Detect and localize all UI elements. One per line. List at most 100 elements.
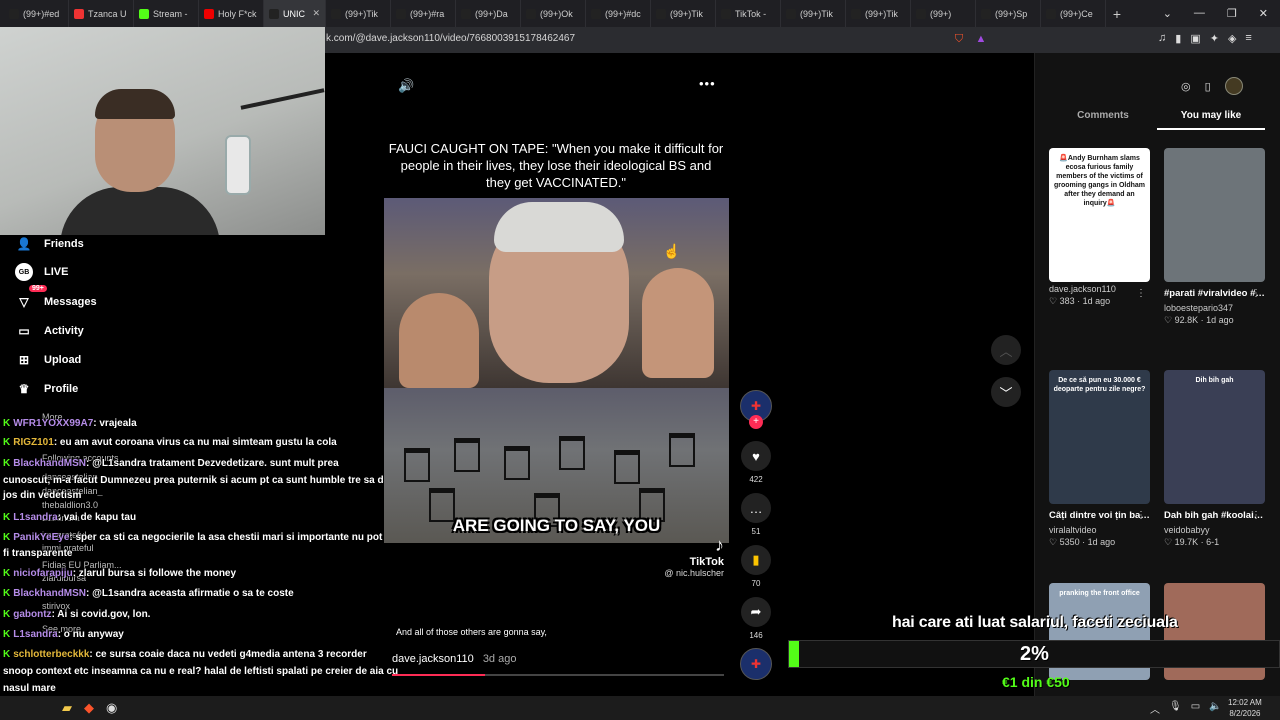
- video-thumbnail[interactable]: Dih bih gah: [1164, 370, 1265, 504]
- browser-tab[interactable]: (99+)Tik: [781, 0, 846, 27]
- browser-tab[interactable]: Stream -: [134, 0, 199, 27]
- chat-username[interactable]: schlotterbeckkk: [13, 649, 89, 660]
- like-button[interactable]: ♥ 422: [738, 441, 774, 484]
- browser-tab[interactable]: (99+)Tik: [651, 0, 716, 27]
- card-author[interactable]: dave.jackson110: [1049, 284, 1150, 294]
- wallet-icon[interactable]: ▣: [1190, 32, 1200, 45]
- network-icon[interactable]: ▭: [1191, 701, 1200, 716]
- media-icon[interactable]: ♫: [1158, 32, 1166, 45]
- next-video-button[interactable]: ﹀: [991, 377, 1021, 407]
- url-field[interactable]: k.com/@dave.jackson110/video/76680039151…: [326, 33, 575, 44]
- brave-shield-icon[interactable]: ⛉: [952, 32, 966, 46]
- chat-username[interactable]: BlackhandMSN: [13, 458, 86, 469]
- chat-username[interactable]: BlackhandMSN: [13, 588, 86, 599]
- video-progress-bar[interactable]: [392, 674, 724, 676]
- sidebar-item-profile[interactable]: ♛ Profile: [15, 380, 79, 398]
- chat-username[interactable]: niciofarapiju: [13, 568, 72, 579]
- chat-message: K RIGZ101: eu am avut coroana virus ca nu…: [3, 437, 337, 448]
- previous-video-button[interactable]: ︿: [991, 335, 1021, 365]
- browser-tab[interactable]: Tzanca U: [69, 0, 134, 27]
- tab-comments[interactable]: Comments: [1049, 110, 1157, 130]
- sidebar-toggle-icon[interactable]: ▮: [1175, 32, 1181, 45]
- browser-tab[interactable]: TikTok -: [716, 0, 781, 27]
- tab-favicon-icon: [656, 8, 666, 19]
- browser-tab[interactable]: (99+)Tik: [326, 0, 391, 27]
- chat-message: fi transparente: [3, 548, 72, 559]
- chat-username[interactable]: gabontz: [13, 609, 51, 620]
- card-title[interactable]: Câți dintre voi țin bani „pentru zile...: [1049, 509, 1150, 523]
- brave-browser-icon[interactable]: ◆: [84, 700, 94, 716]
- card-more-icon[interactable]: ⋮: [1251, 510, 1261, 521]
- recommended-video-card[interactable]: 🚨Andy Burnham slams ecosa furious family…: [1049, 148, 1150, 307]
- author-name[interactable]: dave.jackson110: [392, 653, 474, 665]
- sound-avatar-button[interactable]: ✚: [738, 648, 774, 680]
- browser-tab[interactable]: (99+)Da: [456, 0, 521, 27]
- donation-amount: €1 din €50: [1002, 674, 1070, 690]
- recommended-video-card[interactable]: De ce să pun eu 30.000 € deoparte pentru…: [1049, 370, 1150, 548]
- card-more-icon[interactable]: ⋮: [1251, 288, 1261, 299]
- video-thumbnail[interactable]: 🚨Andy Burnham slams ecosa furious family…: [1049, 148, 1150, 282]
- browser-tab[interactable]: (99+)Ce: [1041, 0, 1106, 27]
- browser-tab[interactable]: (99+)Sp: [976, 0, 1041, 27]
- comment-button[interactable]: … 51: [738, 493, 774, 536]
- card-title[interactable]: #parati #viralvideo #paratiiiiiiiiiiiiii…: [1164, 287, 1265, 301]
- windows-taskbar: ▰ ◆ ◉ ︿ 🎙 ▭ 🔈 12:02 AM 8/2/2026: [0, 696, 1280, 720]
- chat-username[interactable]: WFR1YOXX99A7: [13, 418, 93, 429]
- sidebar-item-messages[interactable]: ▽ 99+ Messages: [15, 285, 97, 311]
- minimize-icon[interactable]: —: [1194, 7, 1205, 20]
- chat-username[interactable]: L1sandra: [13, 629, 57, 640]
- author-avatar-button[interactable]: ✚ +: [738, 390, 774, 429]
- chat-username[interactable]: RIGZ101: [13, 437, 54, 448]
- save-button[interactable]: ▮ 70: [738, 545, 774, 588]
- obs-icon[interactable]: ◉: [106, 700, 117, 716]
- brave-rewards-icon[interactable]: ▲: [974, 32, 988, 46]
- system-clock[interactable]: 12:02 AM 8/2/2026: [1228, 697, 1262, 719]
- new-tab-button[interactable]: +: [1106, 6, 1128, 22]
- card-author[interactable]: loboestepario347: [1164, 303, 1265, 313]
- sidebar-item-activity[interactable]: ▭ Activity: [15, 322, 83, 340]
- card-author[interactable]: viralaltvideo: [1049, 525, 1150, 535]
- restore-icon[interactable]: ❐: [1227, 7, 1237, 20]
- sound-icon[interactable]: 🔊: [398, 78, 414, 94]
- tab-you-may-like[interactable]: You may like: [1157, 110, 1265, 130]
- sidebar-item-upload[interactable]: ⊞ Upload: [15, 351, 81, 369]
- menu-icon[interactable]: ≡: [1245, 32, 1251, 45]
- share-button[interactable]: ➦ 146: [738, 597, 774, 640]
- file-explorer-icon[interactable]: ▰: [62, 700, 72, 716]
- recommended-video-card[interactable]: Dih bih gah Dah bih gah #koolaid #funny..…: [1164, 370, 1265, 548]
- recommended-video-card[interactable]: #parati #viralvideo #paratiiiiiiiiiiiiii…: [1164, 148, 1265, 326]
- coin-icon[interactable]: ◎: [1181, 80, 1191, 93]
- video-thumbnail[interactable]: [1164, 148, 1265, 282]
- follow-plus-icon[interactable]: +: [749, 415, 763, 429]
- mic-tray-icon[interactable]: 🎙: [1169, 701, 1182, 716]
- close-tab-icon[interactable]: ✕: [312, 8, 320, 19]
- sidebar-item-friends[interactable]: 👤 Friends: [15, 235, 84, 253]
- chat-username[interactable]: PanikYeEye: [13, 532, 69, 543]
- user-avatar[interactable]: [1224, 77, 1243, 95]
- card-author[interactable]: veidobabyy: [1164, 525, 1265, 535]
- browser-tab[interactable]: (99+)#dc: [586, 0, 651, 27]
- leo-icon[interactable]: ✦: [1210, 32, 1219, 45]
- chat-username[interactable]: L1sandra: [13, 512, 57, 523]
- card-more-icon[interactable]: ⋮: [1136, 510, 1146, 521]
- video-author[interactable]: dave.jackson110 3d ago: [392, 653, 516, 665]
- close-window-icon[interactable]: ✕: [1259, 7, 1268, 20]
- chevron-up-tray-icon[interactable]: ︿: [1150, 701, 1160, 716]
- browser-tab[interactable]: (99+): [911, 0, 976, 27]
- card-title[interactable]: Dah bih gah #koolaid #funny...: [1164, 509, 1265, 523]
- volume-icon[interactable]: 🔈: [1209, 701, 1221, 716]
- chat-message: K BlackhandMSN: @L1sandra tratament Dezve…: [3, 458, 339, 469]
- tab-search-icon[interactable]: ⌄: [1163, 7, 1172, 20]
- video-thumbnail[interactable]: De ce să pun eu 30.000 € deoparte pentru…: [1049, 370, 1150, 504]
- browser-tab[interactable]: Holy F*ck: [199, 0, 264, 27]
- device-icon[interactable]: ▯: [1205, 80, 1211, 93]
- more-options-icon[interactable]: •••: [699, 76, 716, 91]
- browser-tab[interactable]: (99+)Tik: [846, 0, 911, 27]
- sidebar-item-live[interactable]: GB LIVE: [15, 263, 68, 281]
- browser-tab[interactable]: (99+)#ed: [4, 0, 69, 27]
- browser-tab[interactable]: UNIC ✕: [264, 0, 326, 27]
- browser-tab[interactable]: (99+)#ra: [391, 0, 456, 27]
- browser-tab[interactable]: (99+)Ok: [521, 0, 586, 27]
- vpn-icon[interactable]: ◈: [1228, 32, 1236, 45]
- card-more-icon[interactable]: ⋮: [1136, 288, 1146, 299]
